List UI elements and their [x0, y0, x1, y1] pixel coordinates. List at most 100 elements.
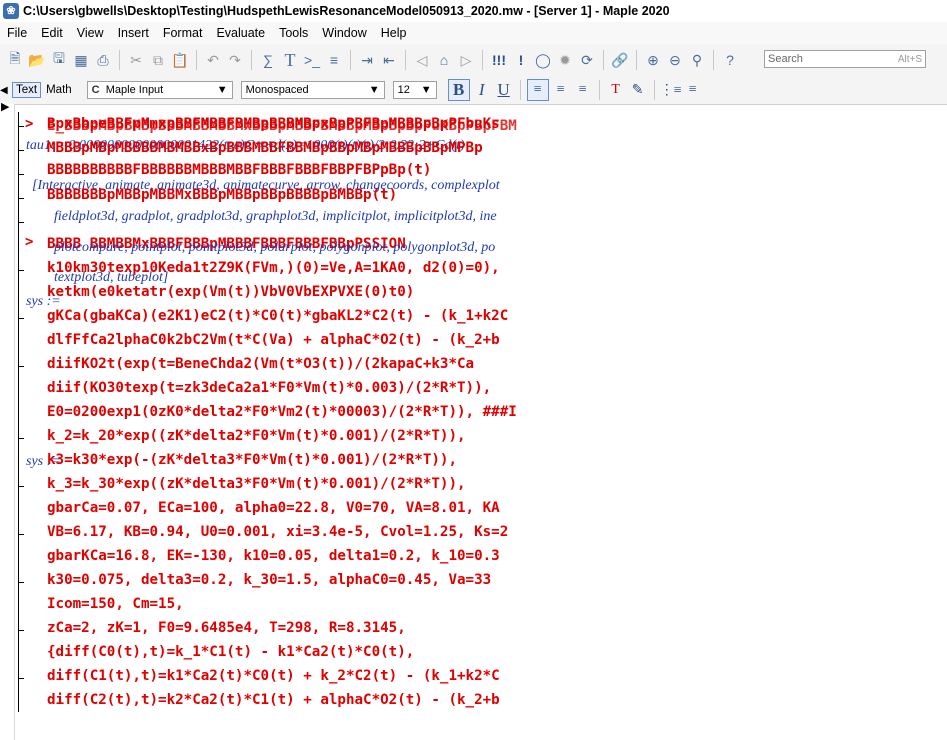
- link-icon[interactable]: 🔗: [610, 49, 630, 71]
- group-tick: [18, 270, 24, 271]
- menu-view[interactable]: View: [70, 26, 111, 40]
- input-prompt: >: [25, 116, 34, 132]
- save-icon[interactable]: 🖫: [49, 49, 69, 71]
- code-line[interactable]: k_2=k_20*exp((zK*delta2*F0*Vm(t)*0.001)/…: [47, 428, 466, 444]
- title-bar: ❀ C:\Users\gbwells\Desktop\Testing\Hudsp…: [0, 0, 947, 22]
- align-left-icon[interactable]: ≡: [526, 79, 549, 101]
- menu-help[interactable]: Help: [374, 26, 414, 40]
- zoom-out-icon[interactable]: ⊖: [665, 49, 685, 71]
- code-line[interactable]: BBBBBBBBBBFBBBBBBMBBBMBBFBBBFBBBFBBPFBPp…: [47, 162, 431, 178]
- copy-icon[interactable]: ⧉: [148, 49, 168, 71]
- worksheet-document[interactable]: > > BpxBbpeBBFpMmxpBBFMBBFBMBpBBBMBpxBpP…: [18, 104, 622, 714]
- menu-insert[interactable]: Insert: [111, 26, 156, 40]
- underline-button[interactable]: U: [494, 80, 514, 100]
- code-line[interactable]: E_BBBpMBpBMBpBBBMBBMBBMxBBBpMBBFBMBBpMBp…: [47, 118, 517, 134]
- zoom-in-icon[interactable]: ⊕: [643, 49, 663, 71]
- collapse-arrow-icon[interactable]: ◀: [0, 85, 10, 96]
- outdent-icon[interactable]: ⇤: [379, 49, 399, 71]
- toolbar-separator: [482, 50, 483, 70]
- code-line[interactable]: diif(KO30texp(t=zk3deCa2a1*F0*Vm(t)*0.00…: [47, 380, 491, 396]
- font-size-dropdown[interactable]: 12 ▼: [392, 81, 437, 99]
- input-prompt: >: [25, 234, 34, 250]
- code-line[interactable]: {diff(C0(t),t)=k_1*C1(t) - k1*Ca2(t)*C0(…: [47, 644, 414, 660]
- code-line[interactable]: diff(C1(t),t)=k1*Ca2(t)*C0(t) + k_2*C2(t…: [47, 668, 500, 684]
- code-line[interactable]: MBBBpMBpMBBBBMBMBBxBpBBBMBBFBBMBpBBpMBpM…: [47, 140, 483, 156]
- cut-icon[interactable]: ✂: [126, 49, 146, 71]
- code-line[interactable]: VB=6.17, KB=0.94, U0=0.001, xi=3.4e-5, C…: [47, 524, 508, 540]
- open-icon[interactable]: 📂: [27, 49, 47, 71]
- help-icon[interactable]: ?: [720, 49, 740, 71]
- insert-prompt-icon[interactable]: >_: [302, 49, 322, 71]
- debug-icon[interactable]: ✹: [555, 49, 575, 71]
- align-right-icon[interactable]: ≡: [573, 80, 593, 100]
- execute-icon[interactable]: !: [511, 49, 531, 71]
- new-document-icon[interactable]: 🗎: [5, 49, 25, 71]
- code-line[interactable]: gbarCa=0.07, ECa=100, alpha0=22.8, V0=70…: [47, 500, 500, 516]
- stop-icon[interactable]: ◯: [533, 49, 553, 71]
- math-mode-button[interactable]: Math: [43, 83, 75, 97]
- zoom-reset-icon[interactable]: ⚲: [687, 49, 707, 71]
- code-line[interactable]: zCa=2, zK=1, F0=9.6485e4, T=298, R=8.314…: [47, 620, 406, 636]
- search-input[interactable]: Search Alt+S: [764, 50, 926, 68]
- highlight-icon[interactable]: ✎: [628, 80, 648, 100]
- insert-text-icon[interactable]: T: [280, 49, 300, 71]
- menu-tools[interactable]: Tools: [272, 26, 315, 40]
- align-center-icon[interactable]: ≡: [551, 80, 571, 100]
- menu-window[interactable]: Window: [315, 26, 373, 40]
- back-icon[interactable]: ◁: [412, 49, 432, 71]
- group-tick: [18, 150, 24, 151]
- font-dropdown[interactable]: Monospaced ▼: [240, 81, 385, 99]
- menu-file[interactable]: File: [0, 26, 34, 40]
- menu-edit[interactable]: Edit: [34, 26, 70, 40]
- code-line[interactable]: k3=k30*exp(-(zK*delta3*F0*Vm(t)*0.001)/(…: [47, 452, 457, 468]
- execute-all-icon[interactable]: !!!: [489, 49, 509, 71]
- toolbar-separator: [519, 80, 521, 100]
- insert-math-icon[interactable]: ∑: [258, 49, 278, 71]
- group-tick: [18, 486, 24, 487]
- home-icon[interactable]: ⌂: [434, 49, 454, 71]
- code-line[interactable]: E0=0200exp1(0zK0*delta2*F0*Vm2(t)*00003)…: [47, 404, 517, 420]
- code-line[interactable]: k30=0.075, delta3=0.2, k_30=1.5, alphaC0…: [47, 572, 491, 588]
- window-title: C:\Users\gbwells\Desktop\Testing\Hudspet…: [23, 4, 670, 18]
- execution-group-bracket[interactable]: [18, 112, 25, 712]
- group-tick: [18, 630, 24, 631]
- undo-icon[interactable]: ↶: [203, 49, 223, 71]
- text-color-icon[interactable]: T: [606, 80, 626, 100]
- paste-icon[interactable]: 📋: [170, 49, 190, 71]
- search-placeholder: Search: [768, 53, 803, 65]
- toolbar-separator: [653, 80, 655, 100]
- toolbar-separator: [713, 50, 714, 70]
- numbered-list-icon[interactable]: ≡: [683, 80, 703, 100]
- print-icon[interactable]: ⎙: [93, 49, 113, 71]
- italic-button[interactable]: I: [472, 80, 492, 100]
- group-tick: [18, 438, 24, 439]
- code-line[interactable]: k_3=k_30*exp((zK*delta3*F0*Vm(t)*0.001)/…: [47, 476, 466, 492]
- expand-arrow-icon[interactable]: ▶: [1, 100, 9, 113]
- menu-format[interactable]: Format: [156, 26, 210, 40]
- code-line[interactable]: ketkm(e0ketatr(exp(Vm(t))VbV0VbEXPVXE(0)…: [47, 284, 414, 300]
- code-line[interactable]: diifKO2t(exp(t=BeneChda2(Vm(t*O3(t))/(2k…: [47, 356, 474, 372]
- style-value: Maple Input: [105, 84, 164, 96]
- code-line[interactable]: diff(C2(t),t)=k2*Ca2(t)*C1(t) + alphaC*O…: [47, 692, 500, 708]
- chevron-down-icon: ▼: [420, 84, 432, 96]
- output-text: plotcompare, pointplot, pointplot3d, pol…: [54, 240, 496, 255]
- execution-group-icon[interactable]: ≡: [324, 49, 344, 71]
- bold-button[interactable]: B: [447, 79, 470, 101]
- group-tick: [18, 582, 24, 583]
- redo-icon[interactable]: ↷: [225, 49, 245, 71]
- format-toolbar: ◀ Text Math C Maple Input ▼ Monospaced ▼…: [0, 76, 947, 105]
- forward-icon[interactable]: ▷: [456, 49, 476, 71]
- indent-icon[interactable]: ⇥: [357, 49, 377, 71]
- code-line[interactable]: dlfFfCa2lphaC0k2bC2Vm(t*C(Va) + alphaC*O…: [47, 332, 500, 348]
- menu-evaluate[interactable]: Evaluate: [209, 26, 272, 40]
- save-all-icon[interactable]: ▦: [71, 49, 91, 71]
- group-tick: [18, 198, 24, 199]
- bullet-list-icon[interactable]: ⋮≡: [660, 80, 682, 100]
- restart-icon[interactable]: ⟳: [577, 49, 597, 71]
- code-line[interactable]: gbarKCa=16.8, EK=-130, k10=0.05, delta1=…: [47, 548, 500, 564]
- code-line[interactable]: gKCa(gbaKCa)(e2K1)eC2(t)*C0(t)*gbaKL2*C2…: [47, 308, 508, 324]
- text-mode-button[interactable]: Text: [12, 82, 42, 98]
- style-dropdown[interactable]: C Maple Input ▼: [86, 81, 233, 99]
- code-line[interactable]: BBBBBBBpMBBpMBBMxBBBpMBBpBBpBBBBpBMBBp(t…: [47, 187, 397, 203]
- code-line[interactable]: Icom=150, Cm=15,: [47, 596, 184, 612]
